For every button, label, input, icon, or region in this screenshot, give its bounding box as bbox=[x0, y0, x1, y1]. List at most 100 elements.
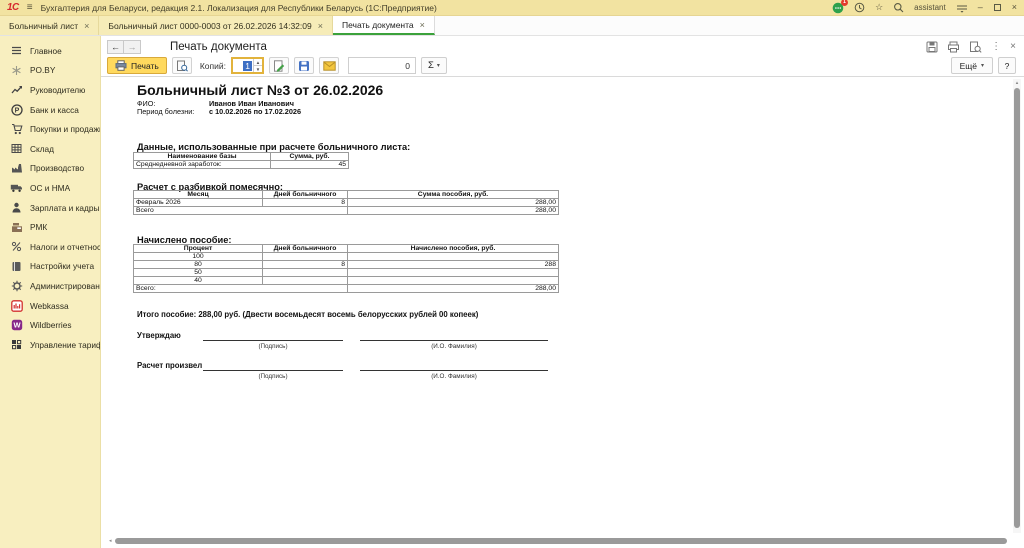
column-header: Дней больничного bbox=[263, 245, 348, 253]
sigma-icon: Σ bbox=[428, 60, 434, 71]
email-button[interactable] bbox=[319, 57, 339, 74]
cart-icon bbox=[10, 123, 23, 135]
sidebar-item-main[interactable]: Главное bbox=[0, 41, 100, 61]
sum-button[interactable]: Σ ▾ bbox=[421, 57, 447, 74]
preview-button[interactable] bbox=[172, 57, 192, 74]
sidebar-item-purchases-sales[interactable]: Покупки и продажи bbox=[0, 119, 100, 139]
help-button[interactable]: ? bbox=[998, 57, 1016, 74]
sidebar-item-label: Покупки и продажи bbox=[30, 124, 101, 134]
svg-text:P: P bbox=[14, 107, 19, 114]
more-button[interactable]: Ещё ▾ bbox=[951, 57, 993, 74]
minimize-button[interactable]: – bbox=[978, 3, 983, 12]
discussions-button[interactable]: 1 bbox=[832, 2, 844, 14]
cash-register-icon bbox=[10, 221, 23, 233]
sidebar-item-warehouse[interactable]: Склад bbox=[0, 139, 100, 159]
horizontal-scroll-thumb[interactable] bbox=[115, 538, 1007, 544]
factory-icon bbox=[10, 162, 23, 174]
page-setup-button[interactable] bbox=[269, 57, 289, 74]
sidebar-item-administration[interactable]: Администрирование bbox=[0, 276, 100, 296]
save-button[interactable] bbox=[926, 41, 938, 53]
preview-button-header[interactable] bbox=[969, 41, 982, 53]
signature-label-approve: Утверждаю bbox=[137, 331, 181, 340]
sidebar-item-label: PO.BY bbox=[30, 65, 55, 75]
current-user[interactable]: assistant bbox=[914, 3, 946, 12]
print-button[interactable]: Печать bbox=[107, 57, 167, 74]
column-header: Наименование базы bbox=[134, 153, 271, 161]
kebab-menu-icon[interactable]: ⋮ bbox=[991, 42, 1001, 52]
sidebar-item-label: Банк и касса bbox=[30, 105, 79, 115]
spinner-down-icon[interactable]: ▼ bbox=[254, 66, 262, 72]
close-window-button[interactable]: × bbox=[1012, 3, 1017, 12]
ruble-coin-icon: P bbox=[10, 104, 23, 116]
print-document-panel: ← → Печать документа ⋮ × Печать Копий: 1… bbox=[101, 36, 1024, 548]
copies-spinner[interactable]: ▲▼ bbox=[253, 59, 262, 72]
close-tab-icon[interactable]: × bbox=[84, 21, 89, 31]
notification-badge: 1 bbox=[841, 0, 848, 6]
sidebar-item-taxes-reports[interactable]: Налоги и отчетность bbox=[0, 237, 100, 257]
sidebar-item-fixed-assets[interactable]: ОС и НМА bbox=[0, 178, 100, 198]
monthly-table: Месяц Дней больничного Сумма пособия, ру… bbox=[133, 190, 559, 215]
tab-print-document[interactable]: Печать документа × bbox=[333, 16, 435, 35]
person-icon bbox=[10, 202, 23, 214]
sidebar-item-rmk[interactable]: РМК bbox=[0, 217, 100, 237]
service-menu-button[interactable] bbox=[956, 3, 968, 13]
sidebar-item-label: Налоги и отчетность bbox=[30, 242, 101, 252]
1c-logo: 1С bbox=[7, 2, 19, 13]
close-tab-icon[interactable]: × bbox=[420, 20, 425, 30]
preview-icon bbox=[176, 60, 188, 72]
favorites-button[interactable]: ☆ bbox=[875, 3, 883, 12]
save-button-toolbar[interactable] bbox=[294, 57, 314, 74]
gear-icon bbox=[10, 280, 23, 292]
sidebar-item-webkassa[interactable]: Webkassa bbox=[0, 296, 100, 316]
vertical-scroll-thumb[interactable] bbox=[1014, 88, 1020, 528]
main-menu-icon[interactable]: ≡ bbox=[27, 2, 33, 13]
sidebar-item-label: Склад bbox=[30, 144, 54, 154]
printer-icon bbox=[947, 41, 960, 53]
menu-lines-icon bbox=[10, 45, 23, 57]
sidebar-item-po-by[interactable]: PO.BY bbox=[0, 61, 100, 81]
section-sidebar: Главное PO.BY Руководителю P Банк и касс… bbox=[0, 36, 101, 548]
back-button[interactable]: ← bbox=[107, 40, 124, 54]
tab-sick-leave-document[interactable]: Больничный лист 0000-0003 от 26.02.2026 … bbox=[99, 16, 333, 35]
forward-button[interactable]: → bbox=[124, 40, 141, 54]
sidebar-item-label: РМК bbox=[30, 222, 47, 232]
signature-line bbox=[203, 361, 343, 371]
history-button[interactable] bbox=[854, 2, 865, 13]
signature-caption: (И.О. Фамилия) bbox=[360, 343, 548, 350]
sidebar-item-production[interactable]: Производство bbox=[0, 159, 100, 179]
tab-sick-leave-list[interactable]: Больничный лист × bbox=[0, 16, 99, 35]
base-section-heading: Данные, использованные при расчете больн… bbox=[137, 142, 410, 152]
scroll-left-icon[interactable]: ◂ bbox=[109, 538, 112, 544]
search-button[interactable] bbox=[893, 2, 904, 13]
table-row: 40 bbox=[134, 277, 559, 285]
sidebar-item-salary-hr[interactable]: Зарплата и кадры bbox=[0, 198, 100, 218]
panel-title: Печать документа bbox=[170, 41, 267, 53]
signature-label-calculated: Расчет произвел bbox=[137, 361, 202, 370]
sidebar-item-bank-cash[interactable]: P Банк и касса bbox=[0, 100, 100, 120]
panel-header-icons: ⋮ × bbox=[926, 41, 1016, 53]
close-panel-icon[interactable]: × bbox=[1010, 42, 1016, 52]
horizontal-scrollbar[interactable]: ◂ bbox=[109, 537, 1007, 545]
sidebar-item-accounting-settings[interactable]: Настройки учета bbox=[0, 257, 100, 277]
print-button-header[interactable] bbox=[947, 41, 960, 53]
close-tab-icon[interactable]: × bbox=[318, 21, 323, 31]
sidebar-item-tariff[interactable]: Управление тарифом bbox=[0, 335, 100, 355]
sidebar-item-label: Главное bbox=[30, 46, 62, 56]
column-header: Сумма пособия, руб. bbox=[348, 191, 559, 199]
sum-field[interactable]: 0 bbox=[348, 57, 416, 74]
meta-value: с 10.02.2026 по 17.02.2026 bbox=[209, 107, 301, 116]
sidebar-item-label: Производство bbox=[30, 163, 84, 173]
save-icon bbox=[926, 41, 938, 53]
spinner-up-icon[interactable]: ▲ bbox=[254, 59, 262, 66]
back-arrow-icon: ← bbox=[111, 42, 120, 52]
copies-input[interactable]: 1 ▲▼ bbox=[231, 57, 264, 74]
restore-button[interactable] bbox=[993, 3, 1002, 12]
vertical-scrollbar[interactable]: ▴ bbox=[1013, 79, 1021, 533]
column-header: Дней больничного bbox=[263, 191, 348, 199]
svg-text:W: W bbox=[13, 321, 21, 330]
document-preview: Больничный лист №3 от 26.02.2026 ФИО: Ив… bbox=[101, 77, 1010, 535]
scroll-up-icon[interactable]: ▴ bbox=[1013, 80, 1021, 86]
chevron-down-icon: ▾ bbox=[981, 62, 984, 69]
sidebar-item-manager[interactable]: Руководителю bbox=[0, 80, 100, 100]
sidebar-item-wildberries[interactable]: W Wildberries bbox=[0, 315, 100, 335]
